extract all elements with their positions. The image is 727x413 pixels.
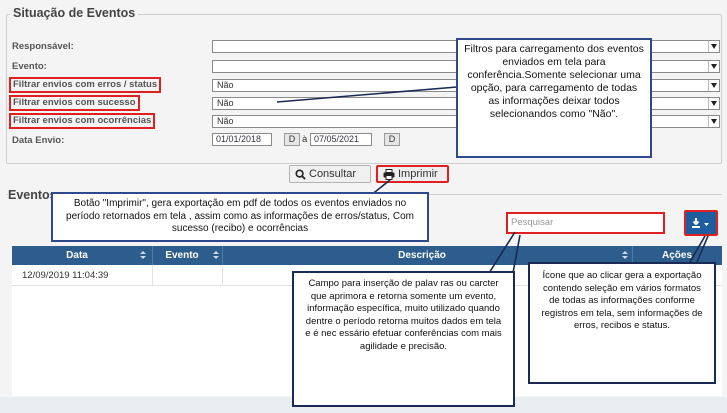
- filters-legend: Situação de Eventos: [10, 6, 139, 20]
- search-icon: [295, 168, 306, 180]
- date-to-picker-button[interactable]: D: [384, 133, 400, 146]
- data-envio-label: Data Envio:: [12, 135, 65, 146]
- search-input[interactable]: Pesquisar: [506, 212, 665, 234]
- export-button[interactable]: [684, 210, 718, 236]
- erros-status-label: Filtrar envios com erros / status: [9, 77, 162, 93]
- sort-icon[interactable]: [622, 251, 628, 260]
- chevron-down-icon[interactable]: [708, 61, 719, 72]
- sort-icon[interactable]: [213, 251, 219, 260]
- date-separator: à: [302, 134, 308, 145]
- download-icon: [692, 218, 709, 228]
- callout-exportar: Ícone que ao clicar gera a exportação co…: [528, 262, 716, 384]
- chevron-down-icon[interactable]: [708, 116, 719, 127]
- callout-pesquisar: Campo para inserção de palav ras ou carc…: [292, 271, 515, 407]
- callout-imprimir: Botão "Imprimir", gera exportação em pdf…: [51, 192, 429, 242]
- date-to-input[interactable]: 07/05/2021: [310, 133, 372, 146]
- imprimir-button[interactable]: Imprimir: [376, 165, 449, 183]
- printer-icon: [383, 168, 395, 180]
- chevron-down-icon[interactable]: [708, 98, 719, 109]
- column-header-evento[interactable]: Evento: [152, 246, 212, 265]
- chevron-down-icon[interactable]: [708, 41, 719, 52]
- date-from-input[interactable]: 01/01/2018: [212, 133, 272, 146]
- date-from-picker-button[interactable]: D: [284, 133, 300, 146]
- column-header-data[interactable]: Data: [12, 246, 142, 265]
- evento-label: Evento:: [12, 61, 47, 72]
- ocorrencias-label: Filtrar envios com ocorrências: [9, 113, 156, 129]
- sort-icon[interactable]: [140, 251, 146, 260]
- consultar-label: Consultar: [309, 168, 357, 180]
- consultar-button[interactable]: Consultar: [289, 165, 371, 183]
- responsavel-label: Responsável:: [12, 41, 74, 52]
- callout-filtros: Filtros para carregamento dos eventos en…: [456, 38, 652, 158]
- imprimir-label: Imprimir: [398, 168, 438, 180]
- chevron-down-icon[interactable]: [708, 80, 719, 91]
- cell-data: 12/09/2019 11:04:39: [22, 270, 109, 281]
- sucesso-label: Filtrar envios com sucesso: [9, 95, 140, 111]
